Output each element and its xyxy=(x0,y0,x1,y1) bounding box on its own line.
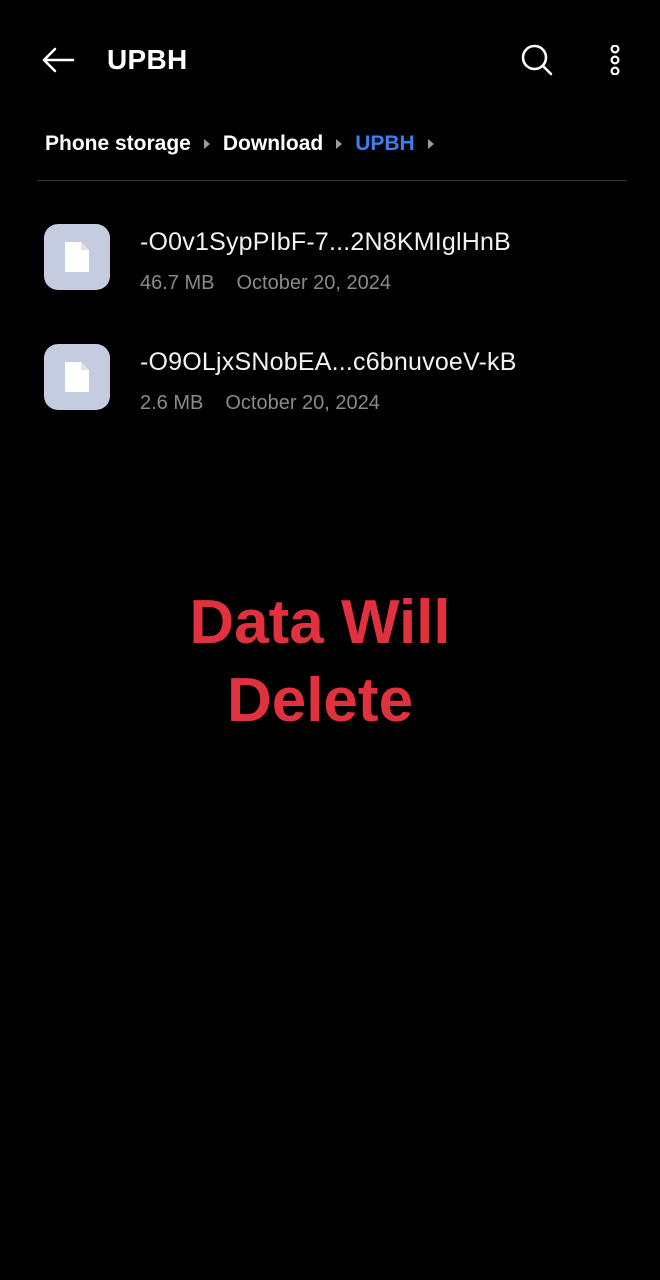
file-name: -O9OLjxSNobEA...c6bnuvoeV-kB xyxy=(140,348,517,376)
back-arrow-icon xyxy=(42,47,75,73)
page-title: UPBH xyxy=(107,44,188,75)
file-date: October 20, 2024 xyxy=(236,272,392,294)
chevron-right-icon xyxy=(336,139,343,149)
file-icon xyxy=(65,362,89,392)
breadcrumb-download[interactable]: Download xyxy=(223,132,323,156)
search-icon xyxy=(521,44,553,76)
more-vertical-icon xyxy=(610,45,620,75)
more-options-button[interactable] xyxy=(596,36,634,84)
file-meta: 2.6 MB October 20, 2024 xyxy=(140,390,380,416)
file-name: -O0v1SypPIbF-7...2N8KMIglHnB xyxy=(140,228,512,256)
breadcrumb-phone-storage[interactable]: Phone storage xyxy=(45,132,191,156)
warning-line-1: Data Will xyxy=(189,588,451,657)
file-size: 46.7 MB xyxy=(140,272,215,294)
search-button[interactable] xyxy=(512,36,562,84)
file-thumbnail xyxy=(44,344,110,410)
warning-overlay-text: Data Will Delete xyxy=(120,584,520,740)
back-button[interactable] xyxy=(32,38,84,82)
file-list-item[interactable]: -O9OLjxSNobEA...c6bnuvoeV-kB 2.6 MB Octob… xyxy=(38,324,626,424)
file-date: October 20, 2024 xyxy=(225,392,380,414)
breadcrumb-upbh[interactable]: UPBH xyxy=(355,132,415,156)
file-meta: 46.7 MB October 20, 2024 xyxy=(140,270,391,296)
divider xyxy=(38,180,626,181)
file-thumbnail xyxy=(44,224,110,290)
file-size: 2.6 MB xyxy=(140,392,204,414)
file-list-item[interactable]: -O0v1SypPIbF-7...2N8KMIglHnB 46.7 MB Octo… xyxy=(38,204,626,304)
file-icon xyxy=(65,242,89,272)
warning-line-2: Delete xyxy=(226,666,414,735)
breadcrumb: Phone storage Download UPBH xyxy=(45,128,447,160)
chevron-right-icon xyxy=(427,139,434,149)
chevron-right-icon xyxy=(203,139,210,149)
top-app-bar: UPBH xyxy=(0,0,660,120)
